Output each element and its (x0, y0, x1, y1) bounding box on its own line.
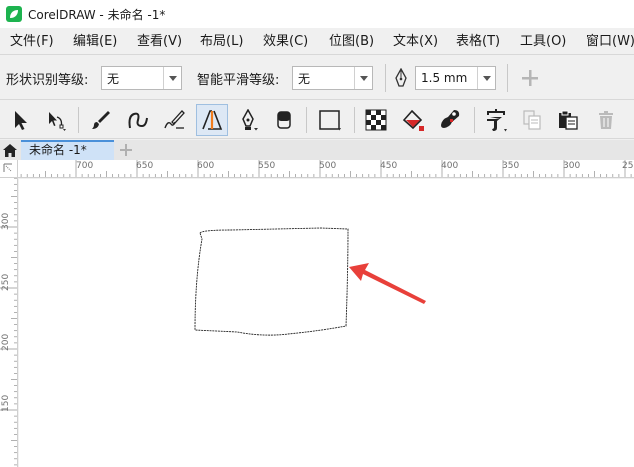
separator (385, 64, 386, 92)
add-icon[interactable] (520, 68, 540, 88)
shape-tool-icon (49, 112, 66, 131)
shape-recognition-select[interactable]: 无 (101, 66, 182, 90)
separator (354, 107, 355, 133)
hruler-label: 600 (197, 161, 215, 171)
eyedropper-tool-button[interactable] (434, 104, 466, 136)
toolbox (0, 101, 634, 139)
menu-text[interactable]: 文本(X) (393, 32, 438, 52)
freehand-quadrilateral-shape[interactable] (194, 227, 349, 336)
hruler-label: 400 (441, 161, 459, 171)
pen-nib-icon (394, 67, 408, 88)
smoothing-label: 智能平滑等级: (197, 73, 280, 88)
outline-width-select[interactable]: 1.5 mm (415, 66, 496, 90)
smart-drawing-tool-button[interactable] (196, 104, 228, 136)
vruler-label: 300 (1, 212, 11, 230)
checkerboard-icon (365, 109, 387, 131)
freehand-curve-icon (128, 112, 148, 129)
calligraphy-pen-icon (164, 110, 185, 129)
rectangle-tool-button[interactable] (314, 104, 346, 136)
drawing-canvas[interactable] (19, 179, 634, 467)
smart-drawing-icon (202, 110, 223, 130)
menu-layout[interactable]: 布局(L) (200, 32, 243, 52)
copy-document-icon (523, 110, 541, 130)
chevron-down-icon (477, 67, 495, 89)
rectangle-icon (319, 110, 341, 131)
shape-recognition-label: 形状识别等级: (6, 73, 89, 88)
menu-tools[interactable]: 工具(O) (520, 32, 566, 52)
pointer-arrow-icon (15, 111, 27, 130)
hruler-label: 700 (76, 161, 94, 171)
vruler-label: 150 (1, 394, 11, 412)
separator (78, 107, 79, 133)
menu-table[interactable]: 表格(T) (456, 32, 500, 52)
document-tab-bar: 未命名 -1* (0, 140, 634, 160)
hruler-label: 500 (319, 161, 337, 171)
hruler-label: 25 (622, 161, 634, 171)
menu-bar: 文件(F) 编辑(E) 查看(V) 布局(L) 效果(C) 位图(B) 文本(X… (0, 28, 634, 55)
pick-tool-button[interactable] (4, 104, 36, 136)
separator (306, 107, 307, 133)
add-tab-icon[interactable] (116, 140, 136, 160)
shape-recognition-value: 无 (107, 71, 120, 86)
pen-tool-button[interactable] (232, 104, 264, 136)
transparency-tool-button[interactable] (360, 104, 392, 136)
eraser-icon (277, 111, 291, 129)
outline-width-value: 1.5 mm (421, 71, 468, 85)
hruler-label: 650 (136, 161, 154, 171)
interactive-fill-tool-button[interactable] (397, 104, 429, 136)
title-bar: CorelDRAW - 未命名 -1* (0, 0, 634, 28)
text-character-icon (487, 109, 507, 132)
fountain-pen-icon (242, 109, 258, 131)
color-picker-icon (441, 110, 460, 128)
paintbrush-tool-button[interactable] (84, 104, 116, 136)
chevron-down-icon (163, 67, 181, 89)
menu-bitmaps[interactable]: 位图(B) (329, 32, 374, 52)
menu-file[interactable]: 文件(F) (10, 32, 54, 52)
hruler-label: 350 (502, 161, 520, 171)
separator (507, 64, 508, 92)
trash-icon (599, 111, 613, 129)
hruler-label: 450 (380, 161, 398, 171)
paste-button[interactable] (552, 104, 584, 136)
text-tool-button[interactable] (480, 104, 512, 136)
chevron-down-icon (354, 67, 372, 89)
vruler-label: 200 (1, 333, 11, 351)
clipboard-icon (559, 110, 578, 130)
freehand-tool-button[interactable] (122, 104, 154, 136)
smoothing-select[interactable]: 无 (292, 66, 373, 90)
paintbrush-icon (92, 111, 110, 129)
vruler-label: 250 (1, 273, 11, 291)
menu-effects[interactable]: 效果(C) (263, 32, 308, 52)
hruler-label: 550 (258, 161, 276, 171)
coreldraw-logo-icon (6, 6, 22, 22)
property-bar: 形状识别等级: 无 智能平滑等级: 无 1.5 mm (0, 56, 634, 100)
tab-untitled-1[interactable]: 未命名 -1* (21, 140, 114, 160)
eraser-tool-button[interactable] (268, 104, 300, 136)
ruler-origin-corner[interactable] (0, 160, 18, 178)
hruler-label: 300 (563, 161, 581, 171)
home-icon[interactable] (0, 140, 20, 160)
menu-view[interactable]: 查看(V) (137, 32, 182, 52)
menu-window[interactable]: 窗口(W) (586, 32, 634, 52)
shape-tool-button[interactable] (40, 104, 72, 136)
separator (474, 107, 475, 133)
fill-bucket-icon (402, 109, 424, 131)
artistic-media-tool-button[interactable] (158, 104, 190, 136)
annotation-arrow-icon (349, 263, 426, 304)
vertical-ruler[interactable]: 300 250 200 150 (0, 178, 18, 467)
menu-edit[interactable]: 编辑(E) (73, 32, 117, 52)
delete-button[interactable] (590, 104, 622, 136)
copy-properties-button[interactable] (516, 104, 548, 136)
horizontal-ruler[interactable]: 700 650 600 550 500 450 400 350 300 25 (18, 160, 634, 178)
smoothing-value: 无 (298, 71, 311, 86)
window-title: CorelDRAW - 未命名 -1* (28, 7, 166, 22)
